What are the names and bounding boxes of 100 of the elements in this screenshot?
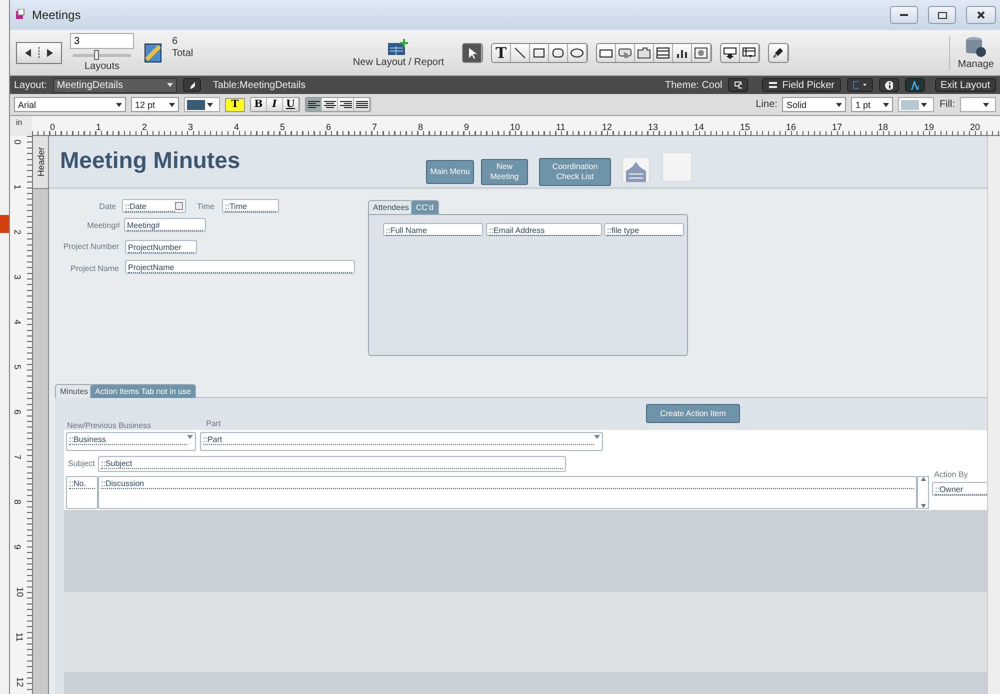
info-button[interactable] (878, 78, 899, 92)
new-layout-icon (387, 38, 410, 56)
field-label: Project Number (62, 242, 119, 251)
line-icon (513, 46, 528, 58)
dropdown-field[interactable]: ::Business (66, 432, 196, 451)
alignment-button[interactable] (306, 98, 322, 111)
scrollbar[interactable] (917, 476, 929, 509)
monitor-arrow-icon (723, 46, 738, 58)
maximize-button[interactable] (928, 6, 956, 24)
caret-icon (187, 435, 193, 439)
field-label: Meeting# (86, 221, 120, 230)
line-color-picker[interactable] (898, 97, 934, 112)
close-button[interactable] (966, 6, 996, 24)
align-center-icon (322, 100, 336, 109)
brush-icon (771, 46, 786, 58)
highlight-button[interactable]: T (225, 98, 245, 112)
line-width-dropdown[interactable]: 1 pt (851, 97, 894, 112)
total-count: 6 (172, 36, 178, 47)
slider-thumb[interactable] (94, 50, 99, 60)
input-field[interactable]: ::Date (122, 199, 186, 213)
field-label: Time (197, 202, 214, 211)
caret-icon (983, 102, 989, 106)
part-label-tab[interactable]: Header (33, 136, 48, 189)
table-label: Table:MeetingDetails (212, 80, 306, 90)
edit-layout-button[interactable] (182, 78, 201, 92)
layout-navigation-button[interactable] (16, 42, 62, 64)
field-label: Part (206, 419, 221, 428)
alignment-button[interactable] (354, 98, 370, 111)
text-tool[interactable]: T (492, 44, 512, 62)
input-field[interactable]: Meeting# (124, 218, 206, 232)
maximize-icon (938, 12, 946, 18)
dropdown-field[interactable]: ::Part (200, 432, 603, 451)
font-size-dropdown[interactable]: 12 pt (131, 97, 179, 112)
manage-label[interactable]: Manage (958, 58, 994, 70)
input-field[interactable]: ::Subject (98, 456, 566, 472)
input-field[interactable]: ProjectName (125, 260, 355, 274)
align-left-icon (306, 100, 320, 109)
caret-icon (883, 102, 890, 106)
text-style-button[interactable]: I (267, 98, 283, 111)
field-label: Action By (934, 470, 968, 479)
caret-icon (921, 102, 928, 106)
tab[interactable]: Minutes (55, 384, 94, 398)
field-label: New/Previous Business (67, 421, 152, 430)
text-style-button[interactable]: U (283, 98, 299, 111)
caret-icon (207, 102, 213, 106)
tab[interactable]: Attendees (368, 200, 414, 214)
down-arrow-icon (920, 504, 926, 508)
button-tool[interactable] (616, 44, 636, 62)
layout-dropdown[interactable]: MeetingDetails (52, 78, 177, 92)
layout-number-field[interactable]: 3 (70, 33, 134, 49)
input-field[interactable]: ::Full Name (383, 223, 483, 236)
portal-icon (656, 46, 670, 58)
input-field[interactable]: ProjectNumber (125, 240, 197, 254)
new-layout-label[interactable]: New Layout / Report (352, 56, 444, 68)
ruler-unit: in (10, 116, 32, 136)
tab-tool[interactable] (635, 44, 654, 62)
oval-tool[interactable] (568, 44, 588, 62)
scrollbar[interactable] (987, 136, 1000, 694)
minimize-button[interactable] (890, 6, 918, 24)
alignment-button[interactable] (322, 98, 338, 111)
layout-arrow-icon (742, 46, 756, 58)
text-area[interactable]: ::Discussion (98, 476, 917, 509)
text-style-button[interactable]: B (251, 98, 267, 111)
exit-layout-button[interactable]: Exit Layout (934, 78, 996, 92)
vertical-ruler: 0 1 2 3 4 5 6 7 8 9 10 11 12 (10, 136, 33, 694)
web-tool[interactable] (692, 44, 712, 62)
alignment-button[interactable] (338, 98, 354, 111)
close-icon (977, 11, 985, 19)
field-tool[interactable] (597, 44, 616, 62)
rectangle-icon (532, 46, 546, 58)
field-label: Subject (68, 459, 95, 468)
rounded-rectangle-icon (551, 46, 566, 58)
up-arrow-icon (920, 477, 926, 481)
grid-button[interactable] (846, 78, 873, 92)
hand-button-icon (618, 46, 632, 58)
input-field[interactable]: ::No. (66, 476, 98, 509)
input-field[interactable]: ::file type (604, 223, 684, 236)
caret-icon (862, 83, 867, 87)
text-style-button[interactable] (904, 78, 925, 92)
windows-icon (734, 81, 742, 89)
field-picker-button[interactable]: Field Picker (762, 78, 841, 92)
portal-tool[interactable] (654, 44, 674, 62)
tab-control-icon (637, 46, 652, 58)
insert-tool[interactable] (721, 44, 740, 62)
line-style-dropdown[interactable]: Solid (782, 97, 846, 112)
layout-ruler-icon (142, 42, 164, 64)
theme-button[interactable] (728, 78, 748, 92)
insert2-tool[interactable] (740, 44, 760, 62)
text-color-picker[interactable] (184, 97, 220, 112)
fill-label: Fill: (939, 99, 955, 110)
font-dropdown[interactable]: Arial (14, 97, 126, 112)
input-field[interactable]: ::Owner (932, 482, 987, 496)
input-field[interactable]: ::Time (222, 199, 279, 213)
field-label: Project Name (70, 264, 119, 273)
minimize-icon (900, 14, 908, 16)
input-field[interactable]: ::Email Address (486, 223, 602, 236)
fill-color-picker[interactable] (960, 97, 996, 112)
calendar-icon (175, 202, 183, 210)
caret-icon (166, 83, 173, 87)
horizontal-ruler: 0 1 2 3 4 5 6 7 8 9 10 11 12 13 14 15 16 17 18 19 20 (32, 116, 1000, 136)
